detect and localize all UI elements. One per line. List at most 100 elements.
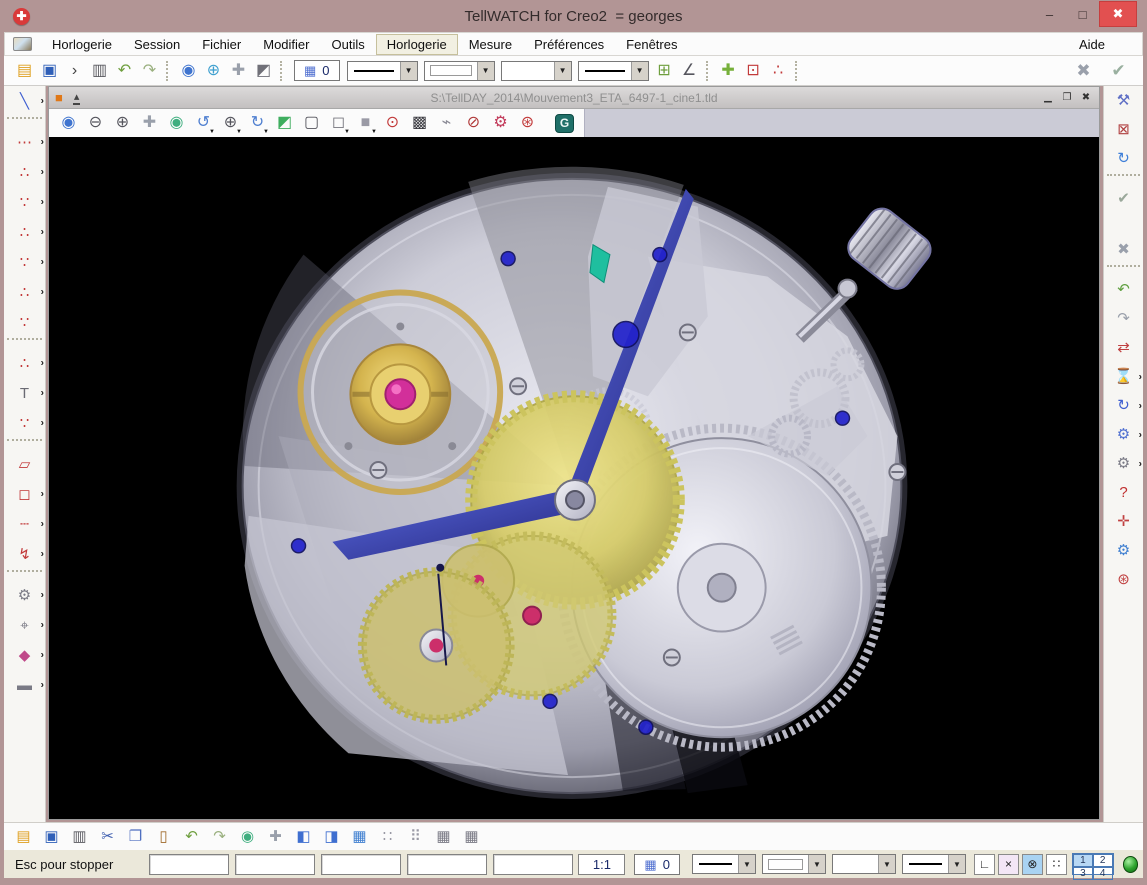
mirror-h-icon[interactable]: ◧: [294, 827, 313, 847]
point-tool-6[interactable]: ∵: [4, 307, 45, 337]
timing-tool[interactable]: ⌛ ›: [1104, 362, 1143, 391]
flyout-chevron-icon[interactable]: ›: [41, 257, 44, 268]
flyout-chevron-icon[interactable]: ›: [41, 227, 44, 238]
hidden-line-icon[interactable]: ◻ ▼: [325, 111, 352, 135]
chevron-down-icon[interactable]: ▼: [738, 855, 755, 873]
point-tool-7[interactable]: ∴ ›: [4, 348, 45, 378]
status-field-2[interactable]: [235, 854, 315, 875]
chevron-down-icon[interactable]: ▼: [948, 855, 965, 873]
status-field-1[interactable]: [149, 854, 229, 875]
flyout-chevron-icon[interactable]: ›: [41, 358, 44, 369]
chevron-down-icon[interactable]: ▼: [554, 62, 571, 80]
pan-icon[interactable]: ✚: [136, 111, 163, 135]
width-combo[interactable]: ▼: [902, 854, 966, 874]
gear-3d-tool[interactable]: ⚙ ›: [4, 580, 45, 610]
plug-icon[interactable]: ⌁: [433, 111, 460, 135]
menu-horlogerie-1[interactable]: Horlogerie: [41, 34, 123, 55]
hatch-combo[interactable]: ▼: [501, 61, 572, 81]
copy-icon[interactable]: ❐: [126, 827, 145, 847]
gear-measure-tool[interactable]: ⚙ ›: [1104, 449, 1143, 478]
chevron-down-icon[interactable]: ▼: [808, 855, 825, 873]
view-cube-icon[interactable]: ◩: [271, 111, 298, 135]
jewel-3d-tool[interactable]: ◆ ›: [4, 640, 45, 670]
print-icon[interactable]: ▥: [87, 60, 112, 82]
close-button[interactable]: ✖: [1099, 1, 1137, 27]
refresh-icon[interactable]: ↻: [1104, 144, 1143, 173]
flyout-chevron-icon[interactable]: ›: [41, 167, 44, 178]
kinematics-icon[interactable]: ⚙: [487, 111, 514, 135]
barrel-3d-tool[interactable]: ▬ ›: [4, 670, 45, 700]
zoom-fit-icon[interactable]: ◉: [238, 827, 257, 847]
comb-tool-icon[interactable]: ▦: [434, 827, 453, 847]
redo-icon[interactable]: ↷: [210, 827, 229, 847]
open-icon[interactable]: ▤: [12, 60, 37, 82]
redo-icon[interactable]: ↷: [137, 60, 162, 82]
chevron-down-icon[interactable]: ▼: [263, 129, 269, 135]
cancel-icon[interactable]: ✖: [1104, 235, 1143, 264]
text-tool[interactable]: T ›: [4, 378, 45, 408]
axis-points-tool[interactable]: ⋯ ›: [4, 127, 45, 157]
viewport-1-cell[interactable]: 1: [1073, 854, 1093, 867]
save-icon[interactable]: ▣: [37, 60, 62, 82]
circle-x-mode-button[interactable]: ⊗: [1022, 854, 1043, 875]
angle-icon[interactable]: ∠: [677, 60, 702, 82]
undo-icon[interactable]: ↶: [112, 60, 137, 82]
wrench-icon[interactable]: ⚒: [1104, 86, 1143, 115]
menu-modifier[interactable]: Modifier: [252, 34, 320, 55]
viewport-4-cell[interactable]: 4: [1093, 867, 1113, 880]
redo-icon[interactable]: ↷: [1104, 304, 1143, 333]
preview-icon[interactable]: ▦: [350, 827, 369, 847]
gear-question-tool[interactable]: ?: [1104, 478, 1143, 507]
save-icon[interactable]: ▣: [42, 827, 61, 847]
zoom-window-icon[interactable]: ◉: [176, 60, 201, 82]
confirm-icon[interactable]: ✔: [1104, 184, 1143, 213]
dash-tool[interactable]: ┄ ›: [4, 509, 45, 539]
contour-circle-tool[interactable]: ◻ ›: [4, 479, 45, 509]
chevron-down-icon[interactable]: ▼: [400, 62, 417, 80]
flyout-chevron-icon[interactable]: ›: [1139, 429, 1142, 440]
view-3d-icon[interactable]: ◩: [251, 60, 276, 82]
move-icon[interactable]: ✚: [716, 60, 741, 82]
flyout-chevron-icon[interactable]: ›: [1139, 400, 1142, 411]
flyout-chevron-icon[interactable]: ›: [41, 418, 44, 429]
maximize-button[interactable]: □: [1066, 1, 1099, 27]
confirm-icon[interactable]: ✔: [1106, 60, 1131, 82]
corner-mode-button[interactable]: ∟: [974, 854, 995, 875]
pan-icon[interactable]: ✚: [226, 60, 251, 82]
mdi-minimize-button[interactable]: ▁: [1040, 91, 1056, 105]
point-tool-5[interactable]: ∴ ›: [4, 277, 45, 307]
zoom-fit-icon[interactable]: ⊕: [201, 60, 226, 82]
zoom-window-icon[interactable]: ◉: [55, 111, 82, 135]
rotate-part-icon[interactable]: ⊛: [514, 111, 541, 135]
flyout-chevron-icon[interactable]: ›: [41, 287, 44, 298]
status-field-3[interactable]: [321, 854, 401, 875]
wireframe-icon[interactable]: ▢: [298, 111, 325, 135]
line-tool[interactable]: ╲ ›: [4, 86, 45, 116]
flyout-chevron-icon[interactable]: ›: [1139, 371, 1142, 382]
flyout-chevron-icon[interactable]: ›: [41, 650, 44, 661]
flyout-chevron-icon[interactable]: ›: [41, 519, 44, 530]
document-titlebar[interactable]: ■ ▴ S:\TellDAY_2014\Mouvement3_ETA_6497-…: [49, 87, 1099, 109]
point-tool-8[interactable]: ∵ ›: [4, 408, 45, 438]
zoom-in-out-icon[interactable]: ⊕: [109, 111, 136, 135]
chevron-down-icon[interactable]: ▼: [344, 129, 350, 135]
viewport-canvas[interactable]: [49, 137, 1099, 819]
orbit-icon[interactable]: ⊙: [379, 111, 406, 135]
chevron-down-icon[interactable]: ▼: [878, 855, 895, 873]
shaded-icon[interactable]: ■ ▼: [352, 111, 379, 135]
gear-assembly-tool[interactable]: ⚙: [1104, 536, 1143, 565]
zoom-previous-icon[interactable]: ↺ ▼: [190, 111, 217, 135]
mini-undo-redo-icon[interactable]: ⇄: [1104, 333, 1143, 362]
undo-icon[interactable]: ↶: [1104, 275, 1143, 304]
hatch-combo[interactable]: ▼: [832, 854, 896, 874]
open-icon[interactable]: ▤: [14, 827, 33, 847]
cancel-icon[interactable]: ✖: [1071, 60, 1096, 82]
status-field-5[interactable]: [493, 854, 573, 875]
cut-icon[interactable]: ✂: [98, 827, 117, 847]
point-tool-2[interactable]: ∵ ›: [4, 187, 45, 217]
line-style-combo[interactable]: ▼: [692, 854, 756, 874]
comb-tool-2-icon[interactable]: ▦: [462, 827, 481, 847]
screw-3d-tool[interactable]: ⌖ ›: [4, 610, 45, 640]
part-rotate-tool[interactable]: ⊛: [1104, 565, 1143, 594]
grid-snap-icon[interactable]: ∷: [378, 827, 397, 847]
